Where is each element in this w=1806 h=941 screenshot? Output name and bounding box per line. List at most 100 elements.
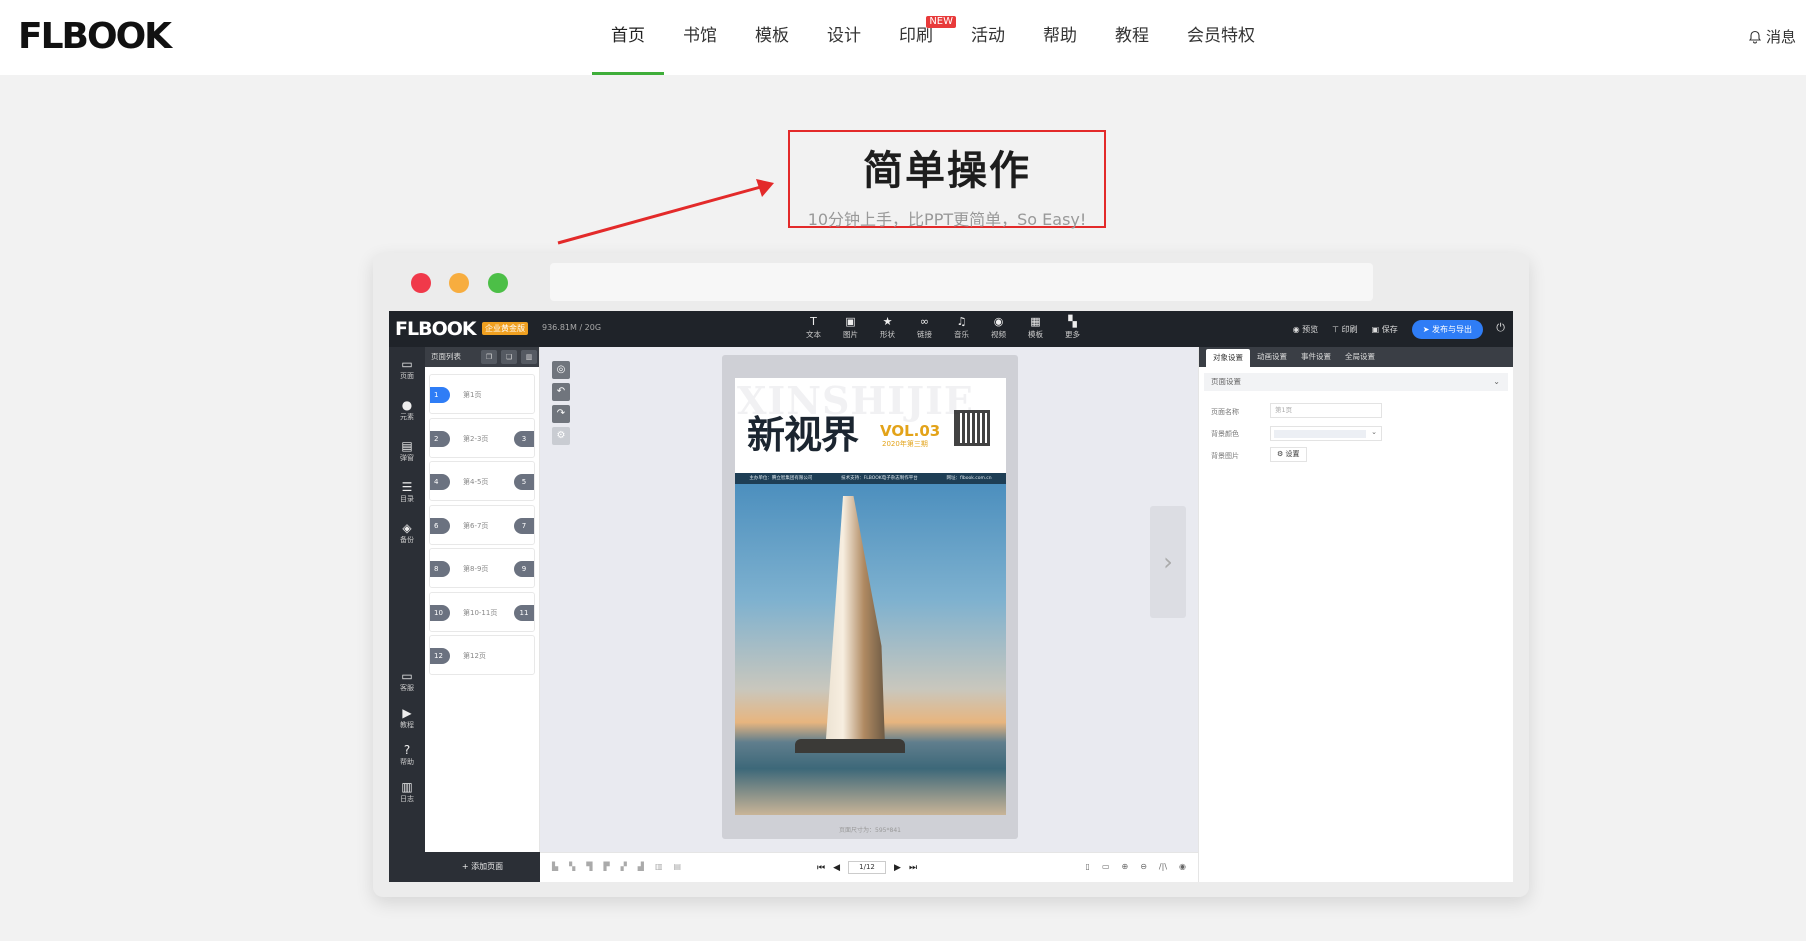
preview-button[interactable]: ◉ 预览 xyxy=(1293,324,1319,335)
nav-item-5[interactable]: 活动 xyxy=(952,0,1024,75)
nav-item-3[interactable]: 设计 xyxy=(808,0,880,75)
single-page-icon[interactable]: ▯ xyxy=(1086,862,1090,871)
nav-item-4[interactable]: 印刷 NEW xyxy=(880,0,956,75)
bg-color-select[interactable]: ⌄ xyxy=(1270,426,1382,441)
publish-export-button[interactable]: ➤ 发布与导出 xyxy=(1411,320,1483,339)
bg-image-settings-button[interactable]: ⚙ 设置 xyxy=(1270,447,1307,462)
first-page-icon[interactable]: ⏮ xyxy=(817,863,825,873)
page-name-input[interactable]: 第1页 xyxy=(1270,403,1382,418)
copy-page-icon[interactable]: ❐ xyxy=(481,350,497,364)
cover-info-bar[interactable]: 主办单位：腾立智集团有限公司 技术支持：FLBOOK电子杂志制作平台 网址：fl… xyxy=(735,473,1006,484)
page-thumb-row[interactable]: 12 第12页 xyxy=(429,635,535,675)
distribute-h-icon[interactable]: ▥ xyxy=(655,862,663,871)
section-title: 页面设置 xyxy=(1211,377,1241,386)
magazine-cover[interactable]: XINSHIJIE 新视界 VOL.03 2020年第三期 主办单位：腾立智集团… xyxy=(735,378,1006,815)
left-nav-icon: ▶ xyxy=(402,706,412,720)
canvas-side-tools: ◎ ↶ ↷ ⚙ xyxy=(552,361,570,449)
print-button[interactable]: ⊤ 印刷 xyxy=(1332,324,1358,335)
page-thumb-row[interactable]: 1 第1页 xyxy=(429,374,535,414)
save-button[interactable]: ▣ 保存 xyxy=(1372,324,1398,335)
left-nav-item-0[interactable]: ▭ 页面 xyxy=(389,357,425,381)
prop-tab-2[interactable]: 事件设置 xyxy=(1294,347,1338,367)
magazine-title[interactable]: 新视界 xyxy=(747,404,859,459)
prop-tab-1[interactable]: 动画设置 xyxy=(1250,347,1294,367)
left-nav-bottom-item-2[interactable]: ? 帮助 xyxy=(389,743,425,767)
bg-image-label: 背景图片 xyxy=(1211,452,1239,460)
align-left-icon[interactable]: ▙ xyxy=(552,862,558,871)
distribute-v-icon[interactable]: ▤ xyxy=(674,862,682,871)
align-top-icon[interactable]: ▛ xyxy=(603,862,609,871)
tool-7[interactable]: ▚ 更多 xyxy=(1054,315,1091,340)
page-number-input[interactable]: 1/12 xyxy=(848,861,887,874)
left-nav-icon: ▤ xyxy=(401,439,413,453)
spread-icon[interactable]: ▭ xyxy=(1102,862,1110,871)
page-thumb-row[interactable]: 10 第10-11页 11 xyxy=(429,591,535,632)
delete-page-icon[interactable]: ▥ xyxy=(521,350,537,364)
prev-page-icon[interactable]: ◀ xyxy=(833,863,840,873)
redo-icon[interactable]: ↷ xyxy=(552,405,570,423)
magazine-issue[interactable]: 2020年第三期 xyxy=(882,439,928,449)
nav-item-2[interactable]: 模板 xyxy=(736,0,808,75)
next-page-chevron-icon[interactable]: › xyxy=(1150,506,1186,618)
align-center-icon[interactable]: ▚ xyxy=(569,862,575,871)
flbook-logo[interactable]: FLBOOK xyxy=(18,17,172,57)
align-middle-icon[interactable]: ▞ xyxy=(621,862,627,871)
editor-logo: FLBOOK xyxy=(395,318,477,340)
left-nav-bottom-item-3[interactable]: ▥ 日志 xyxy=(389,780,425,804)
tool-3[interactable]: ∞ 链接 xyxy=(906,315,943,340)
editor-actions: ◉ 预览 ⊤ 印刷 ▣ 保存 ➤ 发布与导出 xyxy=(1293,320,1483,339)
page-thumb-row[interactable]: 4 第4-5页 5 xyxy=(429,461,535,501)
tool-0[interactable]: T 文本 xyxy=(795,315,832,340)
nav-label: 首页 xyxy=(611,26,645,46)
properties-panel: 对象设置 动画设置 事件设置 全局设置 页面设置 ⌄ 页面名称 第1页 背景颜色 ⌄ … xyxy=(1198,347,1513,882)
left-nav-bottom-item-1[interactable]: ▶ 教程 xyxy=(389,706,425,730)
magazine-vol[interactable]: VOL.03 xyxy=(880,422,940,440)
page-thumb-row[interactable]: 2 第2-3页 3 xyxy=(429,417,535,458)
nav-item-7[interactable]: 教程 xyxy=(1096,0,1168,75)
nav-item-1[interactable]: 书馆 xyxy=(664,0,736,75)
messages-link[interactable]: 消息 xyxy=(1748,26,1796,47)
prop-tab-0[interactable]: 对象设置 xyxy=(1206,349,1250,367)
nav-item-8[interactable]: 会员特权 xyxy=(1168,0,1274,75)
left-nav-icon: ? xyxy=(403,743,411,757)
tool-2[interactable]: ★ 形状 xyxy=(869,315,906,340)
page-thumb-row[interactable]: 6 第6-7页 7 xyxy=(429,504,535,545)
qr-code-icon[interactable] xyxy=(954,410,990,446)
prop-tab-3[interactable]: 全局设置 xyxy=(1338,347,1382,367)
tool-6[interactable]: ▦ 模板 xyxy=(1017,315,1054,340)
tool-1[interactable]: ▣ 图片 xyxy=(832,315,869,340)
guides-icon[interactable]: /|\ xyxy=(1159,862,1167,871)
settings-icon[interactable]: ⚙ xyxy=(552,427,570,445)
align-right-icon[interactable]: ▜ xyxy=(586,862,592,871)
duplicate-page-icon[interactable]: ❏ xyxy=(501,350,517,364)
nav-item-0[interactable]: 首页 xyxy=(592,0,664,75)
left-nav-item-4[interactable]: ◈ 备份 xyxy=(389,521,425,545)
left-nav-item-1[interactable]: ● 元素 xyxy=(389,398,425,422)
tool-icon: ★ xyxy=(882,315,893,328)
left-nav-item-3[interactable]: ☰ 目录 xyxy=(389,480,425,504)
undo-icon[interactable]: ↶ xyxy=(552,383,570,401)
cover-photo[interactable] xyxy=(735,484,1006,815)
page-settings-section[interactable]: 页面设置 ⌄ xyxy=(1204,373,1508,391)
next-page-icon[interactable]: ▶ xyxy=(894,863,901,873)
left-nav-item-2[interactable]: ▤ 弹窗 xyxy=(389,439,425,463)
tool-icon: ∞ xyxy=(919,315,930,328)
send-icon: ➤ xyxy=(1422,325,1432,334)
left-nav-bottom-item-0[interactable]: ▭ 客服 xyxy=(389,669,425,693)
power-icon[interactable]: ⏻ xyxy=(1496,321,1505,335)
page-number: 2 xyxy=(430,430,450,447)
left-nav-icon: ▭ xyxy=(401,357,413,371)
page-thumb-row[interactable]: 8 第8-9页 9 xyxy=(429,548,535,588)
last-page-icon[interactable]: ⏭ xyxy=(909,863,917,873)
save-label: 保存 xyxy=(1381,325,1398,334)
align-bottom-icon[interactable]: ▟ xyxy=(638,862,644,871)
tool-4[interactable]: ♫ 音乐 xyxy=(943,315,980,340)
add-page-button[interactable]: + 添加页面 xyxy=(425,852,540,882)
zoom-in-icon[interactable]: ⊕ xyxy=(1122,862,1129,871)
layers-icon[interactable]: ◎ xyxy=(552,361,570,379)
nav-item-6[interactable]: 帮助 xyxy=(1024,0,1096,75)
fullscreen-icon[interactable]: ◉ xyxy=(1179,862,1186,871)
zoom-out-icon[interactable]: ⊖ xyxy=(1140,862,1147,871)
tool-5[interactable]: ◉ 视频 xyxy=(980,315,1017,340)
address-bar[interactable] xyxy=(550,263,1373,301)
